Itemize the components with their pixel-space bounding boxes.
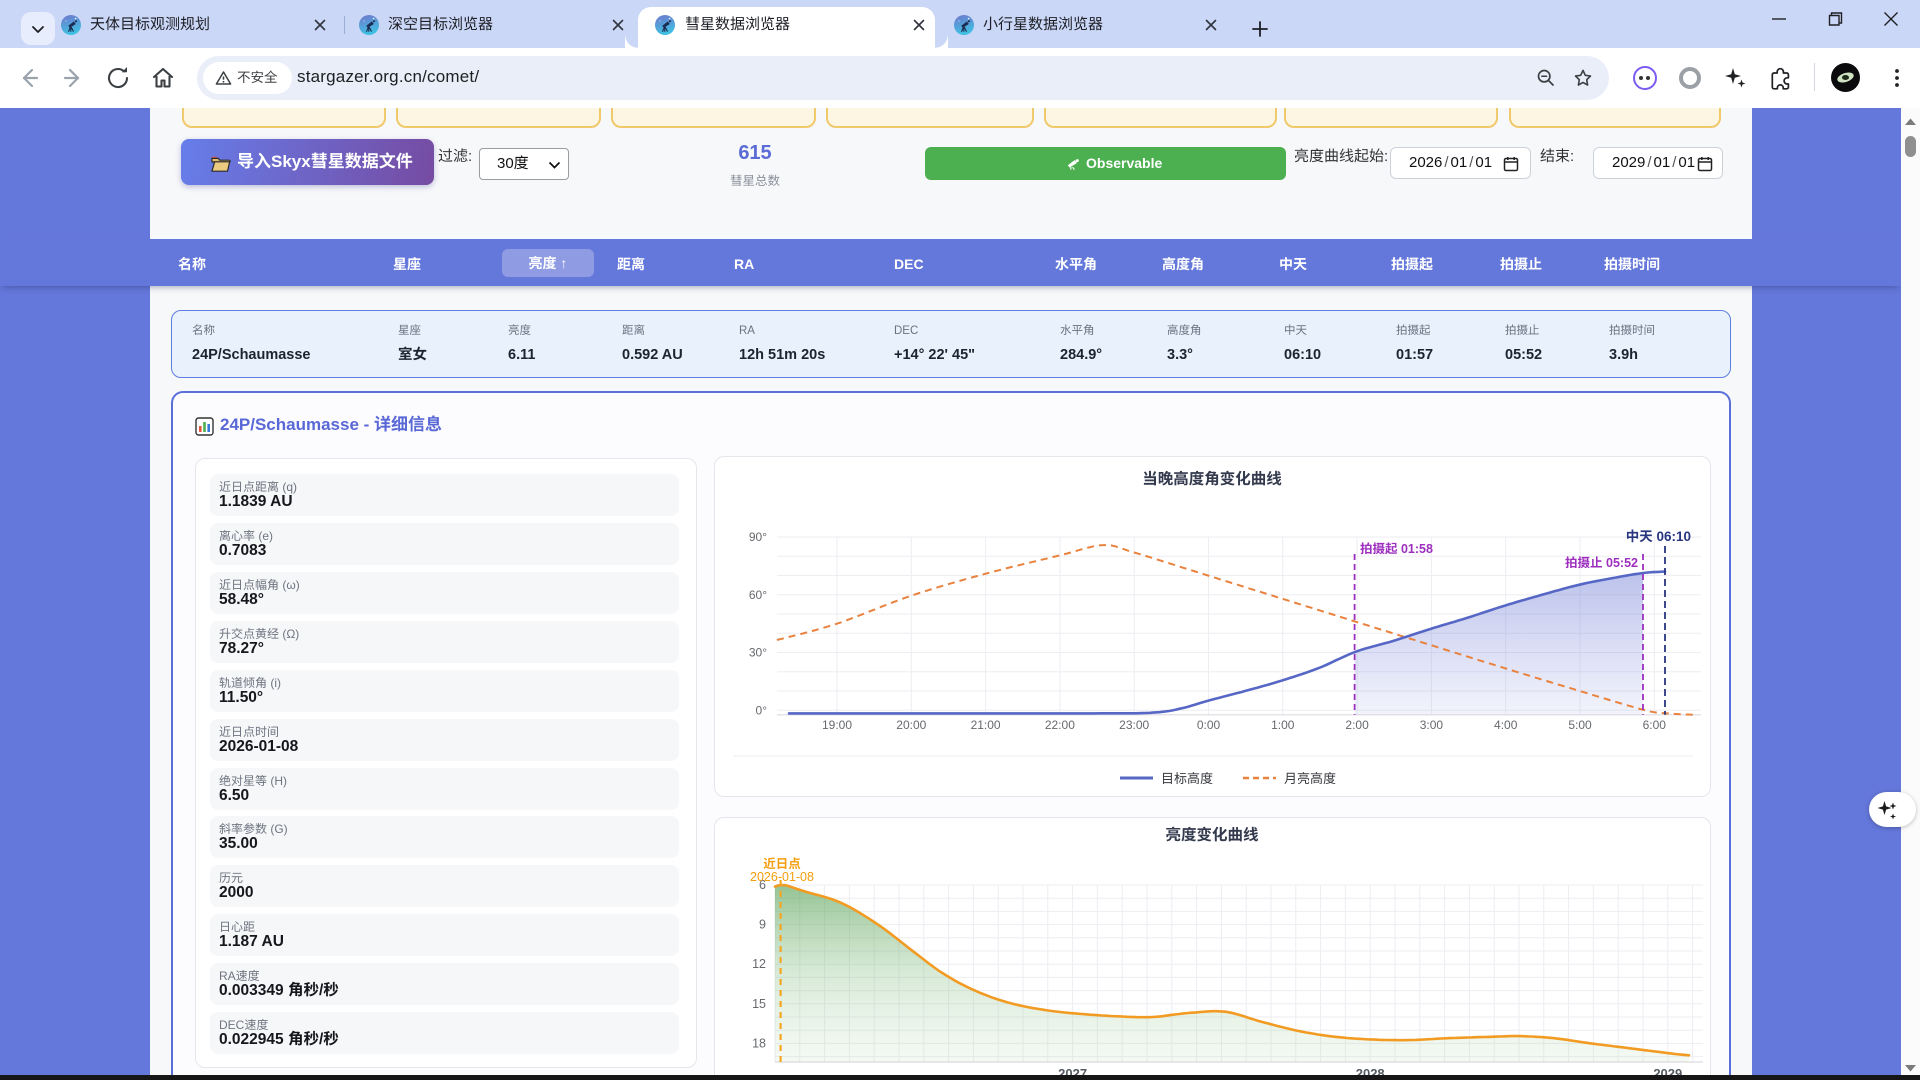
svg-text:18: 18 [752,1036,766,1050]
svg-text:1:00: 1:00 [1271,718,1295,732]
svg-text:22:00: 22:00 [1045,718,1075,732]
svg-text:中天 06:10: 中天 06:10 [1626,529,1691,544]
svg-text:月亮高度: 月亮高度 [1284,771,1336,786]
svg-text:0:00: 0:00 [1197,718,1221,732]
svg-text:目标高度: 目标高度 [1161,771,1213,786]
svg-text:拍摄止 05:52: 拍摄止 05:52 [1565,556,1638,570]
svg-text:6:00: 6:00 [1643,718,1667,732]
svg-text:15: 15 [752,997,766,1011]
svg-text:当晚高度角变化曲线: 当晚高度角变化曲线 [1142,470,1282,488]
svg-text:30°: 30° [749,646,767,660]
svg-text:23:00: 23:00 [1119,718,1149,732]
svg-text:4:00: 4:00 [1494,718,1518,732]
svg-text:12: 12 [752,957,766,971]
svg-text:90°: 90° [749,530,767,544]
svg-text:2:00: 2:00 [1345,718,1369,732]
svg-text:0°: 0° [756,703,768,717]
svg-text:拍摄起 01:58: 拍摄起 01:58 [1360,542,1433,556]
svg-text:3:00: 3:00 [1420,718,1444,732]
svg-text:5:00: 5:00 [1568,718,1592,732]
svg-text:21:00: 21:00 [971,718,1001,732]
svg-text:近日点: 近日点 [763,857,801,871]
svg-text:60°: 60° [749,588,767,602]
svg-text:20:00: 20:00 [896,718,926,732]
svg-text:亮度变化曲线: 亮度变化曲线 [1165,826,1259,844]
svg-text:9: 9 [759,918,766,932]
svg-text:2026-01-08: 2026-01-08 [750,870,814,884]
svg-text:19:00: 19:00 [822,718,852,732]
